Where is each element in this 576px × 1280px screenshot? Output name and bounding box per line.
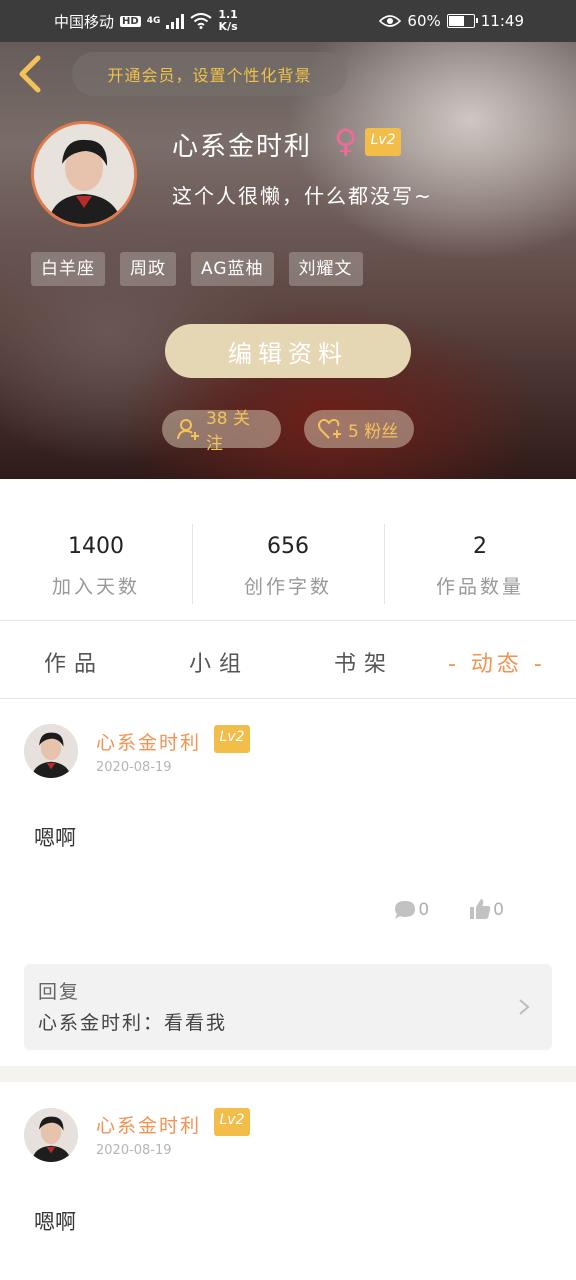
gender-female-icon: ♀ xyxy=(334,122,358,160)
tab-groups[interactable]: 小组 xyxy=(189,646,249,678)
divider xyxy=(0,698,576,699)
following-count: 38 关注 xyxy=(205,409,251,454)
post-content[interactable]: 嗯啊 xyxy=(34,1206,76,1236)
stat-label: 创作字数 xyxy=(243,576,332,598)
post-actions: 0 0 xyxy=(394,898,504,920)
stat-join-days: 1400 加入天数 xyxy=(0,522,192,604)
post-date: 2020-08-19 xyxy=(96,1143,172,1158)
profile-username: 心系金时利 xyxy=(172,132,313,162)
like-button[interactable]: 0 xyxy=(469,898,504,920)
user-plus-icon xyxy=(177,419,199,440)
divider xyxy=(0,620,576,621)
back-arrow-icon[interactable] xyxy=(14,52,48,96)
avatar-portrait xyxy=(34,124,134,224)
net-speed-unit: K/s xyxy=(218,20,238,33)
like-count: 0 xyxy=(493,900,504,920)
avatar-portrait xyxy=(24,724,78,778)
battery-percent: 60% xyxy=(407,12,441,30)
avatar-portrait xyxy=(24,1108,78,1162)
comment-count: 0 xyxy=(418,900,430,920)
post-content[interactable]: 嗯啊 xyxy=(34,822,76,852)
tab-bookshelf[interactable]: 书架 xyxy=(334,646,394,678)
level-badge: Lv2 xyxy=(214,725,250,753)
thumbs-up-icon xyxy=(470,899,491,919)
profile-header: 中国移动 HD 4G 1.1 K/s 60% 11:49 开通会员，设置个性化背… xyxy=(0,0,576,479)
stat-value: 2 xyxy=(473,534,487,559)
profile-bio: 这个人很懒，什么都没写~ xyxy=(172,184,433,208)
tab-works[interactable]: 作品 xyxy=(44,646,104,678)
net-speed: 1.1 K/s xyxy=(218,9,238,33)
tag-item[interactable]: 白羊座 xyxy=(31,252,105,286)
profile-tabs: 作品 小组 书架 - 动态 - xyxy=(0,622,576,698)
fans-button[interactable]: 5 粉丝 xyxy=(304,410,414,448)
network-type: 4G xyxy=(146,16,161,26)
wifi-icon xyxy=(190,13,212,29)
clock: 11:49 xyxy=(480,12,524,30)
avatar[interactable] xyxy=(31,121,137,227)
post-avatar[interactable] xyxy=(24,1108,78,1162)
post-avatar[interactable] xyxy=(24,724,78,778)
reply-box[interactable]: 回复 心系金时利：看看我 xyxy=(24,964,552,1050)
stats-row: 1400 加入天数 656 创作字数 2 作品数量 xyxy=(0,522,576,604)
stat-value: 656 xyxy=(267,534,309,559)
comment-icon xyxy=(395,901,416,919)
reply-text: 心系金时利：看看我 xyxy=(38,1012,228,1034)
tag-item[interactable]: 刘耀文 xyxy=(288,252,363,286)
stat-works-count: 2 作品数量 xyxy=(384,522,576,604)
following-button[interactable]: 38 关注 xyxy=(162,409,281,454)
stat-value: 1400 xyxy=(68,534,124,559)
hd-badge: HD xyxy=(120,15,141,27)
tag-list: 白羊座 周政 AG蓝柚 刘耀文 xyxy=(31,252,363,286)
stat-word-count: 656 创作字数 xyxy=(192,522,384,604)
tag-item[interactable]: AG蓝柚 xyxy=(191,252,274,286)
heart-plus-icon xyxy=(318,418,341,439)
battery-icon xyxy=(446,14,478,28)
stat-label: 加入天数 xyxy=(51,576,140,598)
tag-item[interactable]: 周政 xyxy=(120,252,176,286)
vip-banner[interactable]: 开通会员，设置个性化背景 xyxy=(72,52,347,96)
post-date: 2020-08-19 xyxy=(96,760,172,775)
stat-label: 作品数量 xyxy=(435,576,524,598)
post-author[interactable]: 心系金时利 xyxy=(96,1111,201,1138)
tab-activity[interactable]: - 动态 - xyxy=(448,646,546,678)
signal-icon xyxy=(166,13,185,29)
edit-profile-button[interactable]: 编辑资料 xyxy=(165,324,411,378)
post-separator xyxy=(0,1066,576,1082)
level-badge: Lv2 xyxy=(214,1108,250,1136)
eye-icon xyxy=(379,15,402,27)
reply-title: 回复 xyxy=(38,981,81,1003)
post-author[interactable]: 心系金时利 xyxy=(96,728,201,755)
chevron-right-icon xyxy=(519,999,530,1015)
level-badge: Lv2 xyxy=(365,128,401,156)
status-bar: 中国移动 HD 4G 1.1 K/s 60% 11:49 xyxy=(0,0,576,42)
carrier-label: 中国移动 xyxy=(54,12,115,31)
comment-button[interactable]: 0 xyxy=(394,898,429,920)
fans-count: 5 粉丝 xyxy=(348,421,399,442)
